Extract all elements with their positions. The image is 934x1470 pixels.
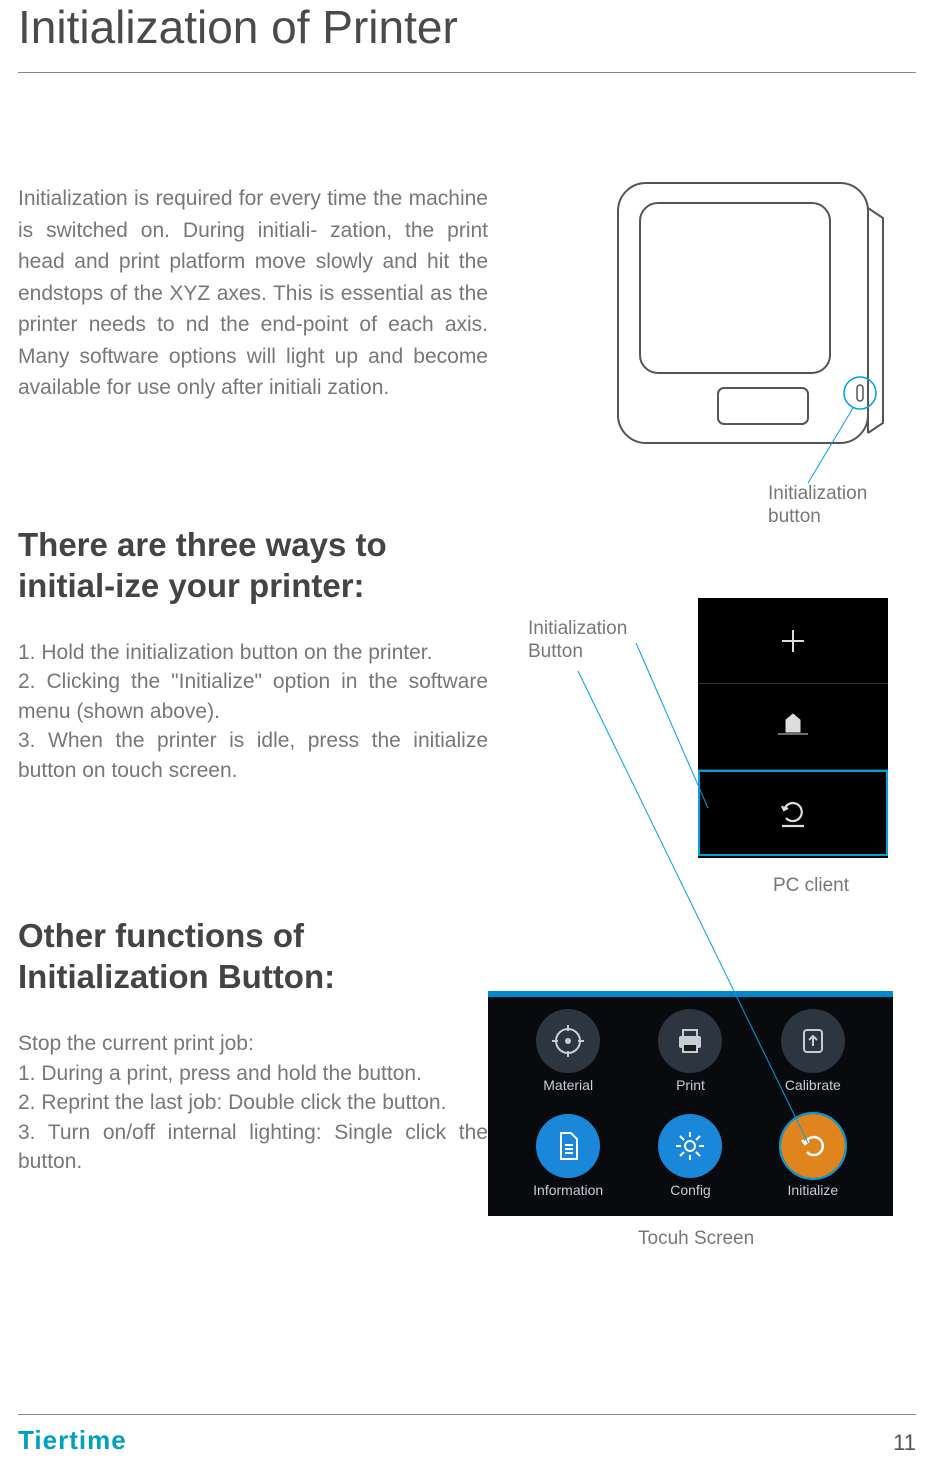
brand-logo: Tiertime (18, 1425, 127, 1456)
refresh-underline-icon (776, 796, 810, 830)
right-column: Initialization button Initialization But… (508, 183, 916, 1176)
body-other: Stop the current print job: 1. During a … (18, 1029, 488, 1176)
plus-icon (778, 626, 808, 656)
label-touch-screen: Tocuh Screen (638, 1228, 754, 1250)
touch-label: Initialize (788, 1182, 839, 1198)
printer-illustration (598, 163, 898, 463)
heading-other: Other functions of Initialization Button… (18, 915, 488, 998)
touch-material[interactable]: Material (510, 1001, 626, 1101)
touch-label: Material (543, 1077, 593, 1093)
touch-label: Calibrate (785, 1077, 841, 1093)
left-column: Initialization is required for every tim… (18, 183, 488, 1176)
touch-screen-panel: Material Print Calibrate (488, 991, 893, 1216)
target-icon (536, 1009, 600, 1073)
intro-paragraph: Initialization is required for every tim… (18, 183, 488, 404)
touch-label: Config (670, 1182, 710, 1198)
touch-calibrate[interactable]: Calibrate (755, 1001, 871, 1101)
heading-ways: There are three ways to initial-ize your… (18, 524, 488, 607)
touch-print[interactable]: Print (632, 1001, 748, 1101)
touch-initialize[interactable]: Initialize (755, 1107, 871, 1207)
touch-information[interactable]: Information (510, 1107, 626, 1207)
touch-label: Print (676, 1077, 705, 1093)
touch-label: Information (533, 1182, 603, 1198)
page-title: Initialization of Printer (18, 0, 916, 73)
body-ways: 1. Hold the initialization button on the… (18, 638, 488, 785)
gear-icon (658, 1114, 722, 1178)
label-pc-client: PC client (773, 875, 849, 897)
document-icon (536, 1114, 600, 1178)
pc-item-initialize[interactable] (698, 770, 888, 856)
label-init-button-top: Initialization button (768, 483, 888, 529)
refresh-icon (781, 1114, 845, 1178)
pc-client-panel (698, 598, 888, 858)
pc-item-platform[interactable] (698, 684, 888, 770)
pc-item-plus[interactable] (698, 598, 888, 684)
page-number: 11 (893, 1430, 916, 1456)
content-row: Initialization is required for every tim… (18, 183, 916, 1176)
calibrate-icon (781, 1009, 845, 1073)
page-footer: Tiertime 11 (18, 1414, 916, 1456)
printer-icon (658, 1009, 722, 1073)
touch-config[interactable]: Config (632, 1107, 748, 1207)
touch-grid: Material Print Calibrate (488, 997, 893, 1216)
platform-icon (776, 712, 810, 742)
label-init-button-left: Initialization Button (528, 618, 648, 664)
